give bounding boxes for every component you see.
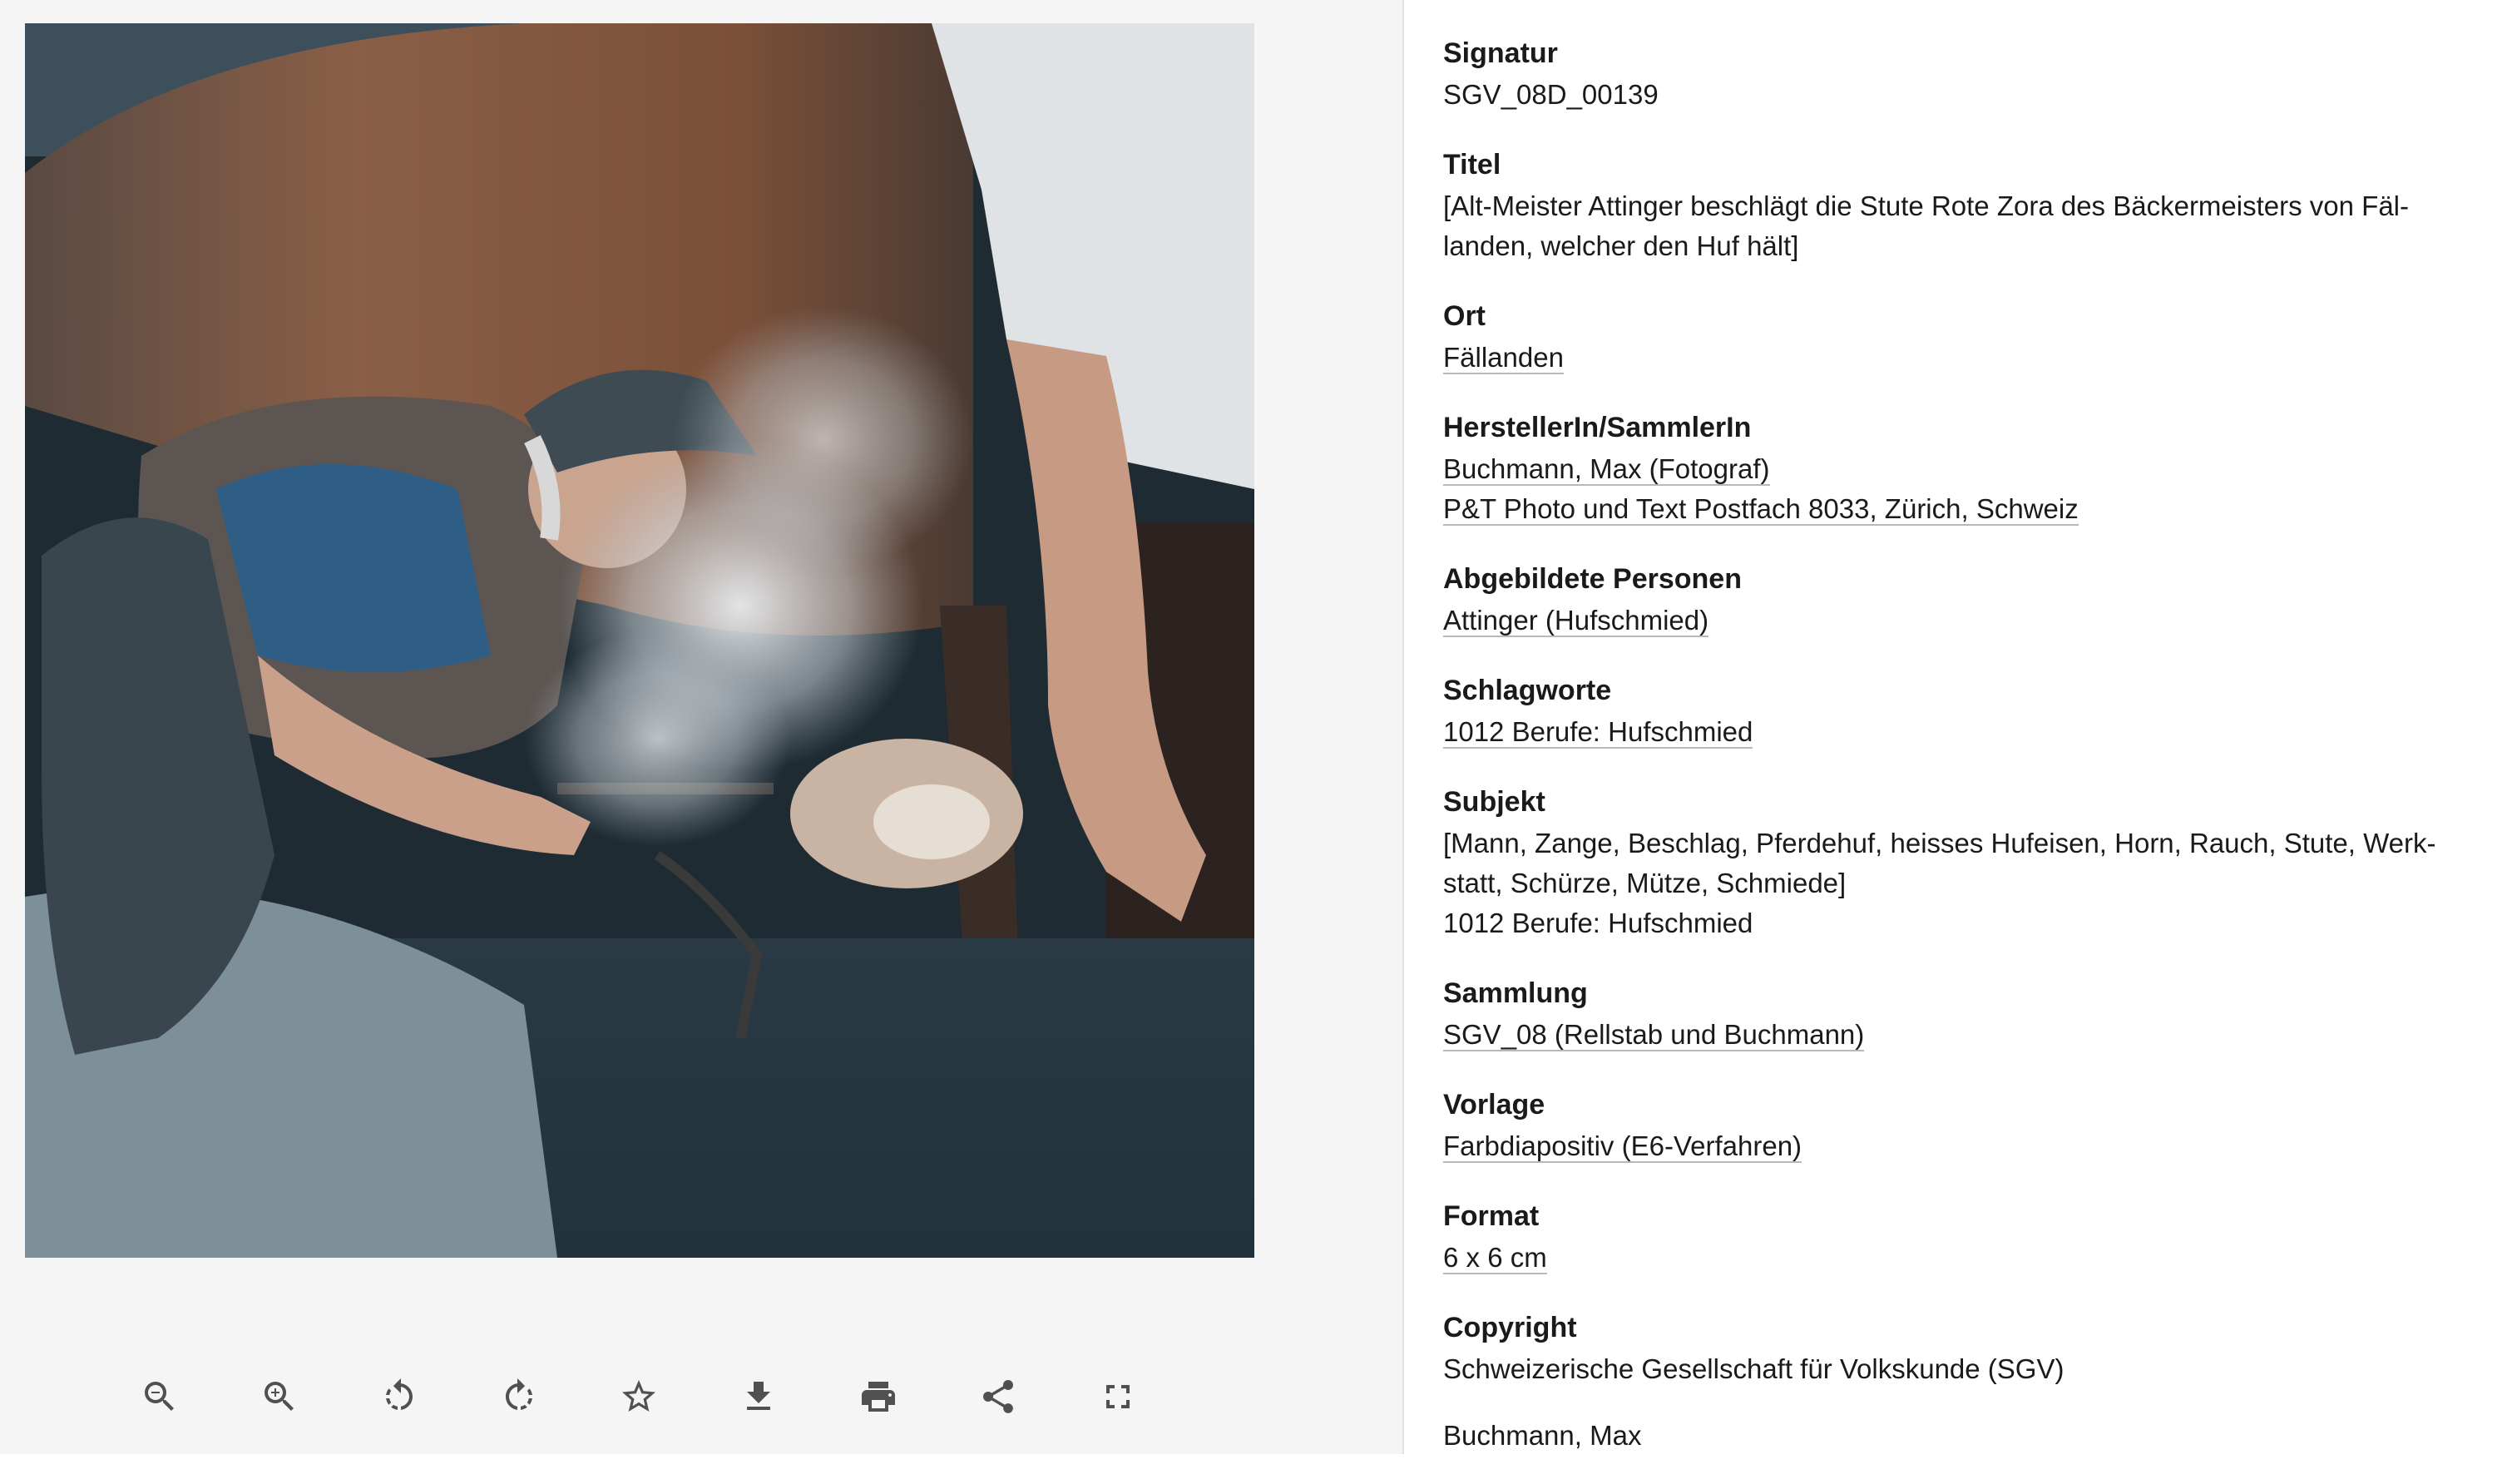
hersteller-link-agency[interactable]: P&T Photo und Text Postfach 8033, Zürich… (1443, 493, 2079, 526)
metadata-panel: Signatur SGV_08D_00139 Titel [Alt-Meiste… (1443, 32, 2491, 1484)
copyright-label: Copyright (1443, 1312, 1577, 1343)
vorlage-link[interactable]: Farbdiapositiv (E6-Verfahren) (1443, 1130, 1802, 1163)
sammlung-link[interactable]: SGV_08 (Rellstab und Buchmann) (1443, 1019, 1865, 1051)
personen-label: Abgebildete Personen (1443, 563, 1742, 595)
field-hersteller: HerstellerIn/SammlerIn Buchmann, Max (Fo… (1443, 406, 2491, 529)
ort-label: Ort (1443, 300, 1486, 332)
field-titel: Titel [Alt-Meister Attinger beschlägt di… (1443, 143, 2491, 266)
vorlage-label: Vorlage (1443, 1089, 1545, 1120)
zoom-in-icon (265, 1382, 294, 1411)
field-subjekt: Subjekt [Mann, Zange, Beschlag, Pferdehu… (1443, 780, 2491, 943)
personen-link[interactable]: Attinger (Hufschmied) (1443, 605, 1709, 637)
titel-value-line-2: landen, welcher den Huf hält] (1443, 230, 1799, 261)
field-copyright: Copyright Schweizerische Gesellschaft fü… (1443, 1306, 2491, 1456)
rotate-right-button[interactable] (459, 1363, 579, 1431)
field-vorlage: Vorlage Farbdiapositiv (E6-Verfahren) (1443, 1083, 2491, 1166)
field-abgebildete-personen: Abgebildete Personen Attinger (Hufschmie… (1443, 557, 2491, 641)
signatur-label: Signatur (1443, 37, 1558, 69)
titel-label: Titel (1443, 149, 1501, 181)
field-signatur: Signatur SGV_08D_00139 (1443, 32, 2491, 115)
image-toolbar (100, 1363, 1181, 1431)
rotate-left-icon (386, 1378, 413, 1410)
rotate-left-button[interactable] (339, 1363, 459, 1431)
schlagworte-label: Schlagworte (1443, 675, 1612, 706)
download-button[interactable] (699, 1363, 818, 1431)
subjekt-value-line-3: 1012 Berufe: Hufschmied (1443, 908, 1753, 938)
zoom-out-icon (145, 1382, 174, 1411)
rotate-right-icon (506, 1378, 532, 1410)
print-icon (862, 1382, 895, 1412)
download-icon (747, 1382, 770, 1410)
schlagworte-link[interactable]: 1012 Berufe: Hufschmied (1443, 716, 1753, 749)
fullscreen-icon (1106, 1385, 1130, 1408)
fullscreen-button[interactable] (1058, 1363, 1178, 1431)
sammlung-label: Sammlung (1443, 977, 1588, 1009)
favorite-button[interactable] (579, 1363, 699, 1431)
ort-link[interactable]: Fällanden (1443, 342, 1564, 374)
format-link[interactable]: 6 x 6 cm (1443, 1242, 1547, 1274)
subjekt-value-line-1: [Mann, Zange, Beschlag, Pferdehuf, heiss… (1443, 828, 2436, 858)
image-viewer (0, 0, 1404, 1454)
share-button[interactable] (938, 1363, 1058, 1431)
format-label: Format (1443, 1200, 1540, 1232)
subjekt-value-line-2: statt, Schürze, Mütze, Schmiede] (1443, 868, 1847, 898)
print-button[interactable] (818, 1363, 938, 1431)
copyright-author: Buchmann, Max (1443, 1420, 1642, 1451)
star-icon (622, 1380, 655, 1412)
titel-value-line-1: [Alt-Meister Attinger beschlägt die Stut… (1443, 190, 2409, 221)
hersteller-label: HerstellerIn/SammlerIn (1443, 412, 1752, 443)
field-format: Format 6 x 6 cm (1443, 1195, 2491, 1278)
zoom-in-button[interactable] (220, 1363, 339, 1431)
photo-image (25, 23, 1254, 1258)
zoom-out-button[interactable] (100, 1363, 220, 1431)
share-icon (983, 1380, 1013, 1413)
field-sammlung: Sammlung SGV_08 (Rellstab und Buchmann) (1443, 972, 2491, 1055)
signatur-value: SGV_08D_00139 (1443, 79, 1659, 110)
subjekt-label: Subjekt (1443, 786, 1545, 818)
hersteller-link-photographer[interactable]: Buchmann, Max (Fotograf) (1443, 453, 1770, 486)
field-schlagworte: Schlagworte 1012 Berufe: Hufschmied (1443, 669, 2491, 752)
copyright-value: Schweizerische Gesellschaft für Volkskun… (1443, 1353, 2064, 1384)
field-ort: Ort Fällanden (1443, 294, 2491, 378)
photo-farrier-shoeing-horse[interactable] (25, 23, 1254, 1258)
